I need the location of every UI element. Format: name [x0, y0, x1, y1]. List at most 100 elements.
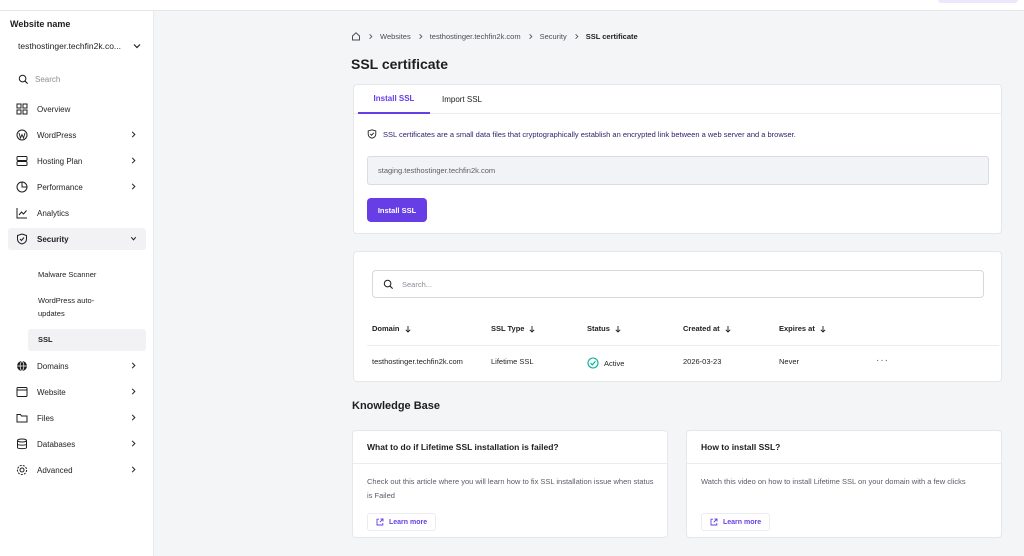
- external-link-icon: [710, 518, 718, 526]
- pie-chart-icon: [16, 181, 28, 193]
- sidebar-item-label: Hosting Plan: [37, 156, 83, 166]
- column-header-domain[interactable]: Domain: [372, 324, 412, 333]
- kb-card-body: Watch this video on how to install Lifet…: [701, 477, 966, 486]
- chevron-right-icon: [131, 388, 136, 395]
- cell-expires-at: Never: [779, 357, 800, 366]
- sidebar-item-label: Files: [37, 413, 54, 423]
- sidebar-subitem-ssl[interactable]: SSL: [28, 329, 146, 351]
- sidebar-item-wordpress[interactable]: WordPress: [8, 124, 146, 146]
- sidebar-item-overview[interactable]: Overview: [8, 98, 146, 120]
- sidebar-item-label: Overview: [37, 104, 71, 114]
- external-link-icon: [376, 518, 384, 526]
- folder-icon: [16, 412, 28, 424]
- website-select[interactable]: testhostinger.techfin2k.co...: [10, 37, 142, 55]
- tab-install-ssl[interactable]: Install SSL: [358, 85, 430, 114]
- chevron-right-icon: [419, 33, 423, 39]
- sub-item-label: updates: [38, 309, 65, 318]
- install-ssl-button[interactable]: Install SSL: [367, 198, 427, 222]
- sidebar-search-placeholder: Search: [35, 74, 61, 84]
- page-title: SSL certificate: [351, 56, 449, 72]
- column-label: Status: [587, 324, 610, 333]
- row-more-actions-button[interactable]: ···: [876, 355, 889, 366]
- sort-arrow-icon: [820, 325, 826, 333]
- sort-arrow-icon: [615, 325, 621, 333]
- sort-arrow-icon: [725, 325, 731, 333]
- sub-item-label: Malware Scanner: [38, 270, 97, 279]
- shield-icon: [16, 233, 28, 245]
- chevron-right-icon: [575, 33, 579, 39]
- sidebar-item-security[interactable]: Security: [8, 228, 146, 250]
- sidebar-search-input[interactable]: Search: [10, 69, 146, 89]
- top-bar: [0, 0, 1024, 11]
- website-select-value: testhostinger.techfin2k.co...: [18, 41, 122, 51]
- table-search-input[interactable]: Search...: [372, 270, 984, 298]
- domain-field-value: staging.testhostinger.techfin2k.com: [378, 166, 496, 175]
- sub-item-label: WordPress auto-: [38, 296, 95, 305]
- sidebar-item-files[interactable]: Files: [8, 407, 146, 429]
- sidebar-subitem-malware-scanner[interactable]: Malware Scanner: [28, 269, 146, 281]
- chevron-down-icon: [130, 236, 137, 241]
- chevron-right-icon: [131, 466, 136, 473]
- column-label: Domain: [372, 324, 400, 333]
- sidebar-item-hosting-plan[interactable]: Hosting Plan: [8, 150, 146, 172]
- cell-created-at: 2026-03-23: [683, 357, 722, 366]
- website-name-label: Website name: [10, 19, 71, 29]
- breadcrumb: Websites testhostinger.techfin2k.com Sec…: [351, 30, 638, 42]
- sidebar-item-label: Performance: [37, 182, 83, 192]
- column-header-ssl-type[interactable]: SSL Type: [491, 324, 536, 333]
- sort-arrow-icon: [404, 325, 411, 333]
- column-header-created-at[interactable]: Created at: [683, 324, 732, 333]
- column-label: Expires at: [779, 324, 815, 333]
- sidebar-item-website[interactable]: Website: [8, 381, 146, 403]
- sidebar-subitem-wordpress-auto-updates[interactable]: WordPress auto-: [28, 295, 146, 307]
- sidebar-item-analytics[interactable]: Analytics: [8, 202, 146, 224]
- table-search-placeholder: Search...: [402, 279, 433, 289]
- sidebar-item-advanced[interactable]: Advanced: [8, 459, 146, 481]
- chevron-right-icon: [369, 33, 373, 39]
- ssl-table-card: Search... Domain SSL Type Status Created…: [353, 251, 1002, 382]
- shield-icon: [367, 129, 377, 139]
- chevron-right-icon: [131, 440, 136, 447]
- sub-item-label: SSL: [38, 335, 53, 344]
- chevron-right-icon: [131, 362, 136, 369]
- trend-icon: [16, 207, 28, 219]
- column-header-expires-at[interactable]: Expires at: [779, 324, 827, 333]
- breadcrumb-domain[interactable]: testhostinger.techfin2k.com: [430, 32, 521, 41]
- tab-import-ssl[interactable]: Import SSL: [432, 85, 492, 114]
- kb-card-title: How to install SSL?: [687, 431, 1001, 464]
- domain-field[interactable]: staging.testhostinger.techfin2k.com: [367, 156, 989, 185]
- home-icon[interactable]: [351, 31, 361, 41]
- window-icon: [16, 386, 28, 398]
- sidebar-item-label: Domains: [37, 361, 69, 371]
- sidebar-item-domains[interactable]: Domains: [8, 355, 146, 377]
- database-icon: [16, 438, 28, 450]
- breadcrumb-security[interactable]: Security: [540, 32, 567, 41]
- globe-icon: [16, 360, 28, 372]
- sidebar-item-databases[interactable]: Databases: [8, 433, 146, 455]
- learn-more-link[interactable]: Learn more: [367, 513, 437, 531]
- kb-card-how-to-install: How to install SSL? Watch this video on …: [686, 430, 1002, 538]
- breadcrumb-current: SSL certificate: [585, 31, 638, 41]
- sidebar-item-label: Security: [37, 234, 69, 244]
- chevron-right-icon: [131, 414, 136, 421]
- cell-domain: testhostinger.techfin2k.com: [372, 357, 463, 366]
- chevron-right-icon: [528, 33, 533, 39]
- learn-more-link[interactable]: Learn more: [701, 513, 771, 531]
- breadcrumb-websites[interactable]: Websites: [380, 32, 411, 41]
- chevron-right-icon: [131, 183, 136, 190]
- sidebar-item-performance[interactable]: Performance: [8, 176, 146, 198]
- kb-card-failed-installation: What to do if Lifetime SSL installation …: [352, 430, 668, 538]
- column-header-status[interactable]: Status: [587, 324, 622, 333]
- ssl-info: SSL certificates are a small data files …: [367, 129, 796, 139]
- gear-icon: [16, 464, 28, 476]
- kb-card-body: Check out this article where you will le…: [367, 477, 654, 500]
- tab-bar: Install SSL Import SSL: [354, 85, 1001, 114]
- install-ssl-card: Install SSL Import SSL SSL certificates …: [353, 84, 1002, 234]
- table-divider: [367, 345, 999, 346]
- sidebar-item-label: Website: [37, 387, 66, 397]
- sidebar-item-label: Advanced: [37, 465, 73, 475]
- sidebar-subitem-wordpress-auto-updates-line2[interactable]: updates: [28, 308, 146, 320]
- learn-more-label: Learn more: [389, 518, 428, 526]
- check-circle-icon: [587, 357, 599, 369]
- sidebar: Website name testhostinger.techfin2k.co.…: [0, 11, 154, 556]
